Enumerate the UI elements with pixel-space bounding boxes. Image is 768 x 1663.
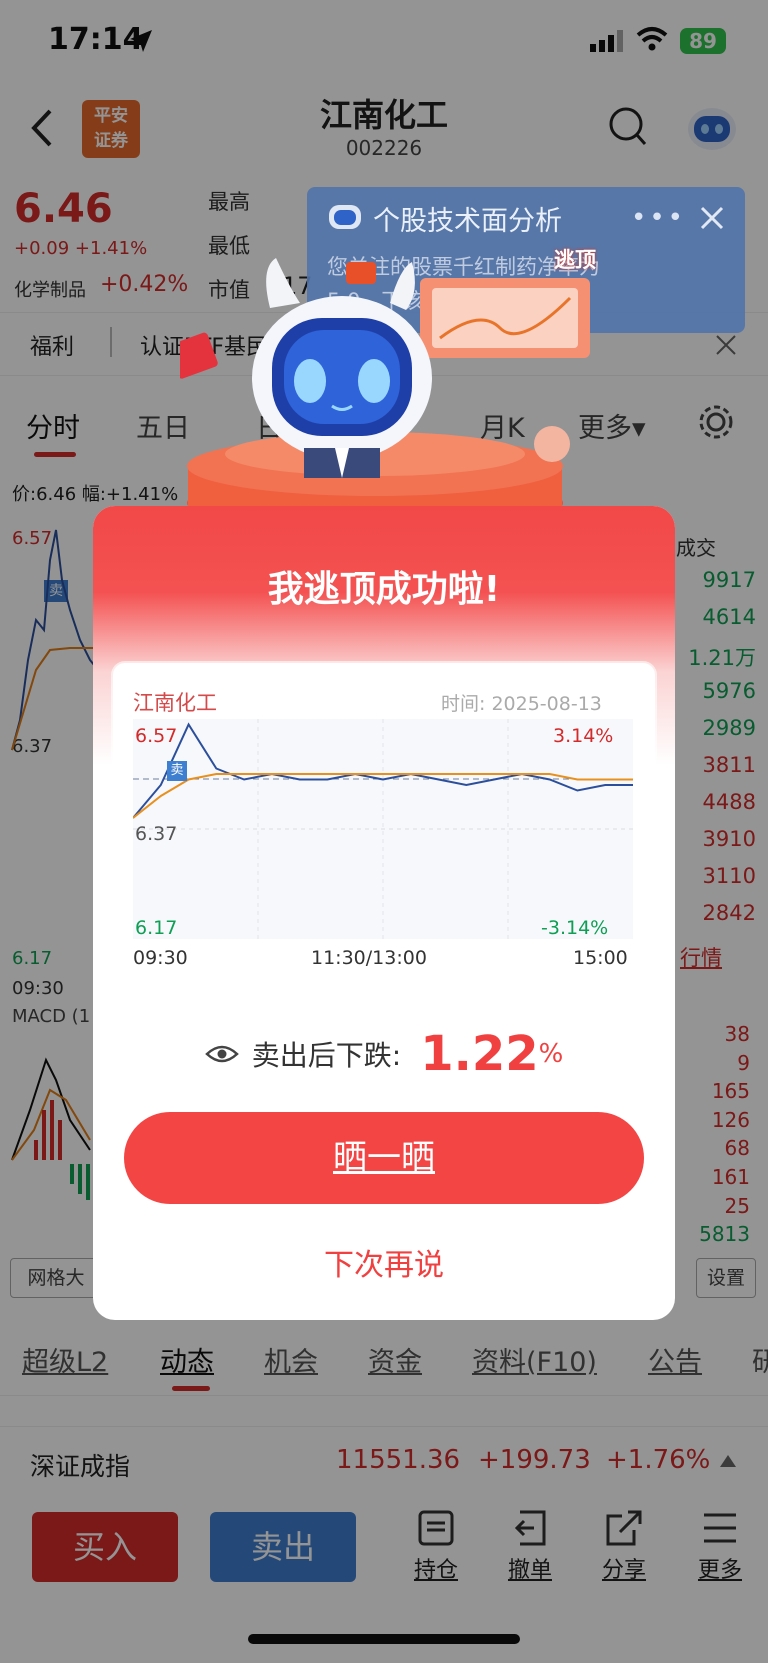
drop-value: 1.22 xyxy=(420,1026,539,1082)
sell-marker: 卖 xyxy=(167,761,187,781)
drop-unit: % xyxy=(538,1039,564,1069)
toast-title: 个股技术面分析 xyxy=(373,206,562,237)
popup-title: 我逃顶成功啦! xyxy=(267,569,501,610)
share-result-button[interactable]: 晒一晒 xyxy=(124,1112,644,1204)
card-pct-high: 3.14% xyxy=(553,725,614,747)
eye-icon xyxy=(204,1045,239,1063)
more-dots-icon[interactable]: ••• xyxy=(631,203,686,233)
card-x-end: 15:00 xyxy=(573,947,628,969)
escape-top-popup: 我逃顶成功啦! 江南化工 时间: 2025-08-13 6.57 6.37 6.… xyxy=(93,506,675,1320)
card-y-mid: 6.37 xyxy=(135,823,178,845)
card-x-start: 09:30 xyxy=(133,947,188,969)
card-x-mid: 11:30/13:00 xyxy=(311,947,427,969)
later-button[interactable]: 下次再说 xyxy=(93,1240,675,1284)
drop-info: 卖出后下跌: 1.22% xyxy=(93,1026,675,1082)
card-y-high: 6.57 xyxy=(135,725,178,747)
escape-badge: 逃顶 xyxy=(554,248,596,272)
card-pct-low: -3.14% xyxy=(541,917,609,939)
mascot-illustration xyxy=(180,258,590,510)
card-stock-name: 江南化工 xyxy=(133,691,217,715)
robot-icon xyxy=(329,205,361,229)
card-y-low: 6.17 xyxy=(135,917,178,939)
card-date: 时间: 2025-08-13 xyxy=(441,693,602,715)
close-icon[interactable] xyxy=(699,205,725,231)
result-card: 江南化工 时间: 2025-08-13 6.57 6.37 6.17 3.14%… xyxy=(113,663,655,993)
drop-label: 卖出后下跌: xyxy=(251,1039,402,1072)
